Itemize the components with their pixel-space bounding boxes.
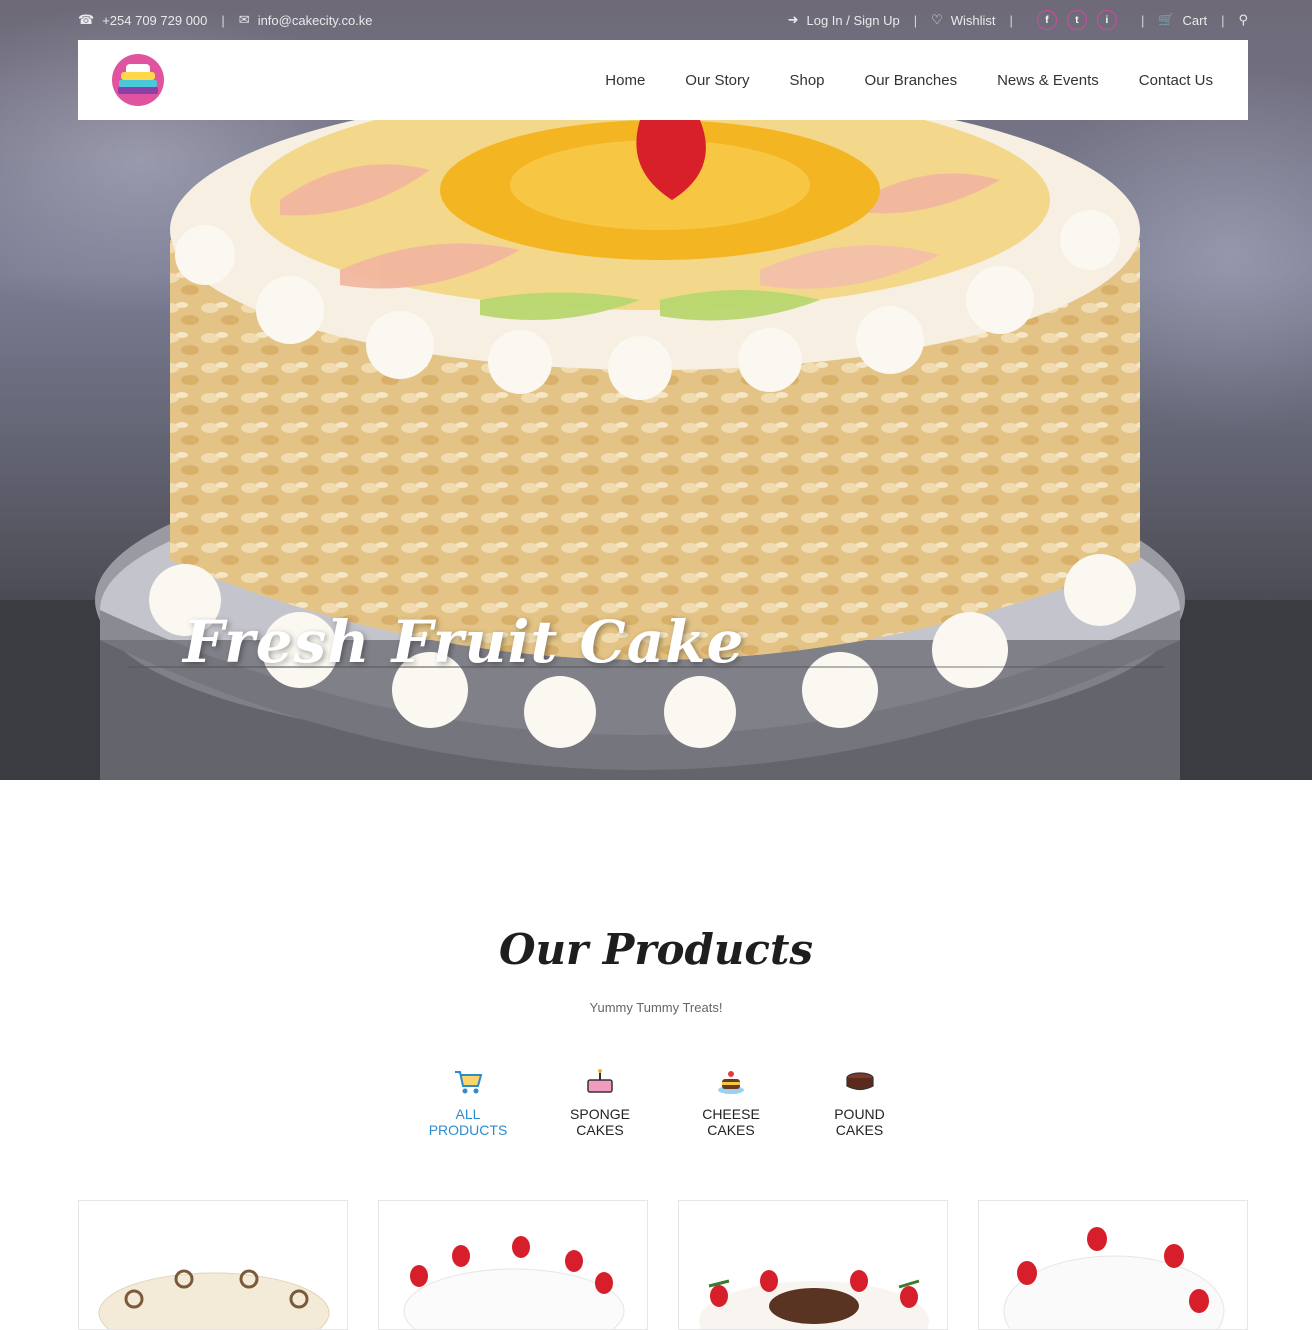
cheese-cake-icon [718, 1071, 744, 1094]
main-menu: Home Our Story Shop Our Branches News & … [605, 72, 1213, 89]
login-link[interactable]: ➜ Log In / Sign Up [788, 12, 900, 28]
tab-pound-cakes[interactable]: POUND CAKES [810, 1066, 909, 1138]
tab-label: POUND CAKES [834, 1106, 885, 1138]
divider: | [1221, 12, 1225, 28]
search-icon[interactable]: ⚲ [1238, 12, 1248, 28]
product-card[interactable] [978, 1200, 1248, 1330]
twitter-icon[interactable]: t [1066, 10, 1087, 30]
nav-contact-us[interactable]: Contact Us [1139, 72, 1213, 89]
phone-icon: ☎ [78, 12, 95, 27]
envelope-icon: ✉ [238, 12, 250, 27]
product-card[interactable] [678, 1200, 948, 1330]
tab-label: CHEESE CAKES [702, 1106, 760, 1138]
product-image [1003, 1227, 1225, 1329]
hero-divider [128, 666, 1164, 668]
nav-news-events[interactable]: News & Events [997, 72, 1099, 89]
pound-cake-icon [845, 1072, 874, 1091]
main-navbar: Home Our Story Shop Our Branches News & … [78, 40, 1248, 120]
site-logo[interactable] [112, 54, 164, 106]
product-card[interactable] [78, 1200, 348, 1330]
login-label: Log In / Sign Up [806, 12, 900, 28]
wishlist-label: Wishlist [950, 12, 996, 28]
product-image [403, 1236, 625, 1329]
tab-label: ALL PRODUCTS [428, 1106, 508, 1138]
login-icon: ➜ [787, 12, 799, 27]
shopping-cart-icon [455, 1071, 483, 1094]
divider: | [913, 12, 918, 28]
nav-home[interactable]: Home [605, 72, 645, 89]
product-card[interactable] [378, 1200, 648, 1330]
tab-label: SPONGE CAKES [570, 1106, 630, 1138]
email-address: info@cakecity.co.ke [257, 12, 373, 28]
category-tabs: ALL PRODUCTS SPONGE CAKES CHEESE CAKES P… [0, 1066, 1312, 1138]
divider: | [1140, 12, 1145, 28]
products-title: Our Products [498, 925, 814, 974]
phone-contact[interactable]: ☎ +254 709 729 000 [78, 12, 207, 28]
divider: | [221, 12, 225, 28]
wishlist-link[interactable]: ♡ Wishlist [931, 12, 995, 28]
nav-our-story[interactable]: Our Story [685, 72, 749, 89]
email-contact[interactable]: ✉ info@cakecity.co.ke [239, 12, 373, 28]
product-image [699, 1270, 929, 1329]
instagram-icon[interactable]: i [1096, 10, 1117, 30]
hero-banner: ☎ +254 709 729 000 | ✉ info@cakecity.co.… [0, 0, 1312, 780]
cart-label: Cart [1182, 12, 1208, 28]
tab-sponge-cakes[interactable]: SPONGE CAKES [548, 1066, 652, 1138]
phone-number: +254 709 729 000 [102, 12, 208, 28]
nav-our-branches[interactable]: Our Branches [865, 72, 958, 89]
facebook-icon[interactable]: f [1036, 10, 1057, 30]
product-image [98, 1269, 330, 1329]
cart-icon: 🛒 [1158, 12, 1175, 27]
birthday-cake-icon [587, 1069, 613, 1093]
divider: | [1009, 12, 1013, 28]
top-bar: ☎ +254 709 729 000 | ✉ info@cakecity.co.… [78, 0, 1248, 40]
tab-cheese-cakes[interactable]: CHEESE CAKES [681, 1066, 781, 1138]
heart-icon: ♡ [931, 12, 943, 27]
tab-all-products[interactable]: ALL PRODUCTS [417, 1066, 519, 1138]
cart-link[interactable]: 🛒 Cart [1158, 12, 1207, 28]
nav-shop[interactable]: Shop [789, 72, 824, 89]
products-subtitle: Yummy Tummy Treats! [589, 1000, 723, 1015]
